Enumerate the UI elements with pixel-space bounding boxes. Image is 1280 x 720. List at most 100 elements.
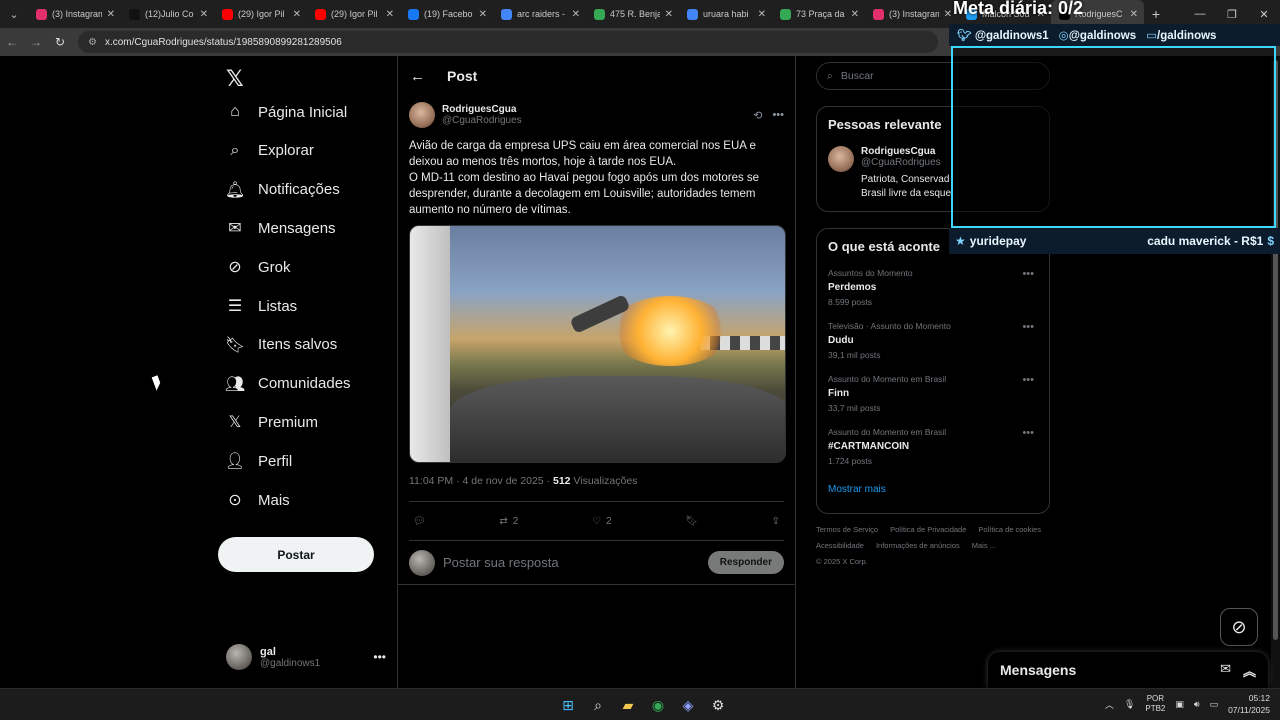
browser-tab[interactable]: (19) Facebo ✕ (400, 0, 493, 28)
close-tab-icon[interactable]: ✕ (386, 9, 394, 20)
footer-link[interactable]: © 2025 X Corp. (816, 558, 868, 566)
browser-tab[interactable]: 73 Praça da ✕ (772, 0, 865, 28)
nav-item-itens-salvos[interactable]: 🔖︎ Itens salvos (225, 336, 337, 354)
close-tab-icon[interactable]: ✕ (200, 9, 208, 20)
close-tab-icon[interactable]: ✕ (665, 9, 673, 20)
back-arrow-icon[interactable]: ← (410, 68, 425, 85)
nav-item-label: Perfil (258, 452, 293, 470)
nav-item-notifica-es[interactable]: 🔔︎ Notificações (225, 181, 340, 199)
messages-drawer[interactable]: Mensagens ✉ ︽ (988, 652, 1268, 688)
language-indicator[interactable]: POR PTB2 (1145, 694, 1165, 714)
browser-tab[interactable]: (29) Igor Pil ✕ (214, 0, 307, 28)
nav-item-premium[interactable]: 𝕏 Premium (226, 413, 318, 432)
back-arrow-icon[interactable]: ← (0, 35, 24, 49)
show-more-link[interactable]: Mostrar mais (828, 484, 1038, 503)
nav-item-perfil[interactable]: 👤︎ Perfil (224, 452, 293, 471)
more-dots-icon[interactable]: ••• (373, 650, 386, 664)
tab-search-icon[interactable]: ⌄ (0, 0, 28, 28)
browser-tab[interactable]: 475 R. Benja ✕ (586, 0, 679, 28)
more-dots-icon[interactable]: ••• (1022, 427, 1034, 439)
retweet-icon: ⇄ (499, 515, 508, 527)
clock[interactable]: 05:12 07/11/2025 (1228, 692, 1270, 716)
chrome-icon[interactable]: ◉ (646, 693, 670, 717)
like-button[interactable]: ♡ 2 (592, 516, 612, 527)
user-name[interactable]: RodriguesCgua (861, 146, 951, 157)
volume-icon[interactable]: 🔊︎ (1194, 699, 1200, 710)
nav-item-explorar[interactable]: ⌕ Explorar (226, 142, 314, 160)
x-logo-icon[interactable]: 𝕏 (226, 66, 244, 92)
more-dots-icon[interactable]: ••• (772, 109, 784, 122)
forward-arrow-icon[interactable]: → (24, 35, 48, 49)
post-time[interactable]: 11:04 PM · 4 de nov de 2025 · (409, 475, 553, 487)
tab-label: 73 Praça da (796, 9, 845, 19)
windows-start-icon[interactable]: ⊞ (556, 693, 580, 717)
search-icon[interactable]: ⌕ (586, 693, 610, 717)
nav-item-mensagens[interactable]: ✉ Mensagens (226, 219, 336, 238)
close-tab-icon[interactable]: ✕ (293, 9, 301, 20)
network-icon[interactable]: ▣ (1175, 699, 1184, 710)
browser-tab[interactable]: (3) Instagram ✕ (28, 0, 121, 28)
footer-link[interactable]: Política de cookies (978, 526, 1041, 534)
twitch-icon: ▭ (1146, 30, 1158, 42)
file-explorer-icon[interactable]: ▰ (616, 693, 640, 717)
nav-item-listas[interactable]: ☰ Listas (226, 297, 297, 316)
footer-link[interactable]: Informações de anúncios (876, 542, 960, 550)
battery-icon[interactable]: ▭ (1210, 699, 1219, 710)
url-input[interactable]: ⚙ x.com/CguaRodrigues/status/19858908992… (78, 31, 938, 53)
microphone-icon[interactable]: 🎙︎ (1124, 699, 1135, 710)
close-tab-icon[interactable]: ✕ (851, 9, 859, 20)
post-video[interactable] (409, 225, 786, 463)
author-handle[interactable]: @CguaRodrigues (442, 115, 522, 126)
more-dots-icon[interactable]: ••• (1022, 321, 1034, 333)
tray-chevron-icon[interactable]: ︿ (1105, 698, 1114, 711)
account-switcher[interactable]: gal @galdinows1 ••• (226, 644, 386, 670)
account-name: gal (260, 645, 276, 658)
user-handle[interactable]: @CguaRodrigues (861, 157, 951, 168)
close-tab-icon[interactable]: ✕ (107, 9, 115, 20)
author-name[interactable]: RodriguesCgua (442, 104, 522, 115)
trend-item[interactable]: Assunto do Momento em Brasil Finn 33,7 m… (828, 374, 1038, 413)
browser-tab[interactable]: (12)Julio Co ✕ (121, 0, 214, 28)
post-button[interactable]: Postar (218, 537, 374, 572)
bookmark-button[interactable]: 🔖︎ (685, 516, 698, 527)
person-icon: 👤︎ (224, 453, 246, 471)
trend-context: Televisão · Assunto do Momento (828, 321, 951, 331)
browser-tab[interactable]: (3) Instagram ✕ (865, 0, 958, 28)
retweet-button[interactable]: ⇄ 2 (499, 516, 518, 527)
browser-tab[interactable]: arc raiders - ✕ (493, 0, 586, 28)
tab-label: arc raiders - (517, 9, 566, 19)
reload-icon[interactable]: ↻ (48, 35, 72, 49)
site-info-icon[interactable]: ⚙ (88, 37, 97, 48)
share-button[interactable]: ⇪ (772, 516, 780, 527)
footer-link[interactable]: Acessibilidade (816, 542, 864, 550)
more-dots-icon[interactable]: ••• (1022, 268, 1034, 280)
steam-icon[interactable]: ⚙ (706, 693, 730, 717)
nav-item-p-gina-inicial[interactable]: ⌂ Página Inicial (226, 103, 347, 121)
author-avatar[interactable] (409, 102, 435, 128)
trend-item[interactable]: Assunto do Momento em Brasil #CARTMANCOI… (828, 427, 1038, 466)
close-tab-icon[interactable]: ✕ (572, 9, 580, 20)
reply-input[interactable]: Postar sua resposta (443, 555, 559, 570)
nav-item-mais[interactable]: ⊙ Mais (226, 491, 289, 510)
favicon-icon (501, 8, 512, 20)
browser-tab[interactable]: (29) Igor Pil ✕ (307, 0, 400, 28)
footer-link[interactable]: Política de Privacidade (890, 526, 966, 534)
new-message-icon[interactable]: ✉ (1220, 661, 1231, 680)
trend-item[interactable]: Assuntos do Momento Perdemos 8.599 posts… (828, 268, 1038, 307)
close-tab-icon[interactable]: ✕ (758, 9, 766, 20)
discord-icon[interactable]: ◈ (676, 693, 700, 717)
close-tab-icon[interactable]: ✕ (479, 9, 487, 20)
trend-item[interactable]: Televisão · Assunto do Momento Dudu 39,1… (828, 321, 1038, 360)
footer-link[interactable]: Mais ... (972, 542, 996, 550)
more-dots-icon[interactable]: ••• (1022, 374, 1034, 386)
nav-item-comunidades[interactable]: 👥︎ Comunidades (225, 375, 351, 393)
nav-item-grok[interactable]: ⊘ Grok (226, 258, 290, 277)
grok-floating-button[interactable]: ⊘ (1220, 608, 1258, 646)
footer-link[interactable]: Termos de Serviço (816, 526, 878, 534)
nav-item-label: Mensagens (258, 219, 336, 237)
reply-submit-button[interactable]: Responder (707, 551, 784, 574)
reply-button[interactable]: 💬︎ (413, 516, 426, 527)
browser-tab[interactable]: uruara habi ✕ (679, 0, 772, 28)
grok-icon[interactable]: ⟲ (753, 109, 762, 122)
expand-icon[interactable]: ︽ (1243, 661, 1256, 680)
